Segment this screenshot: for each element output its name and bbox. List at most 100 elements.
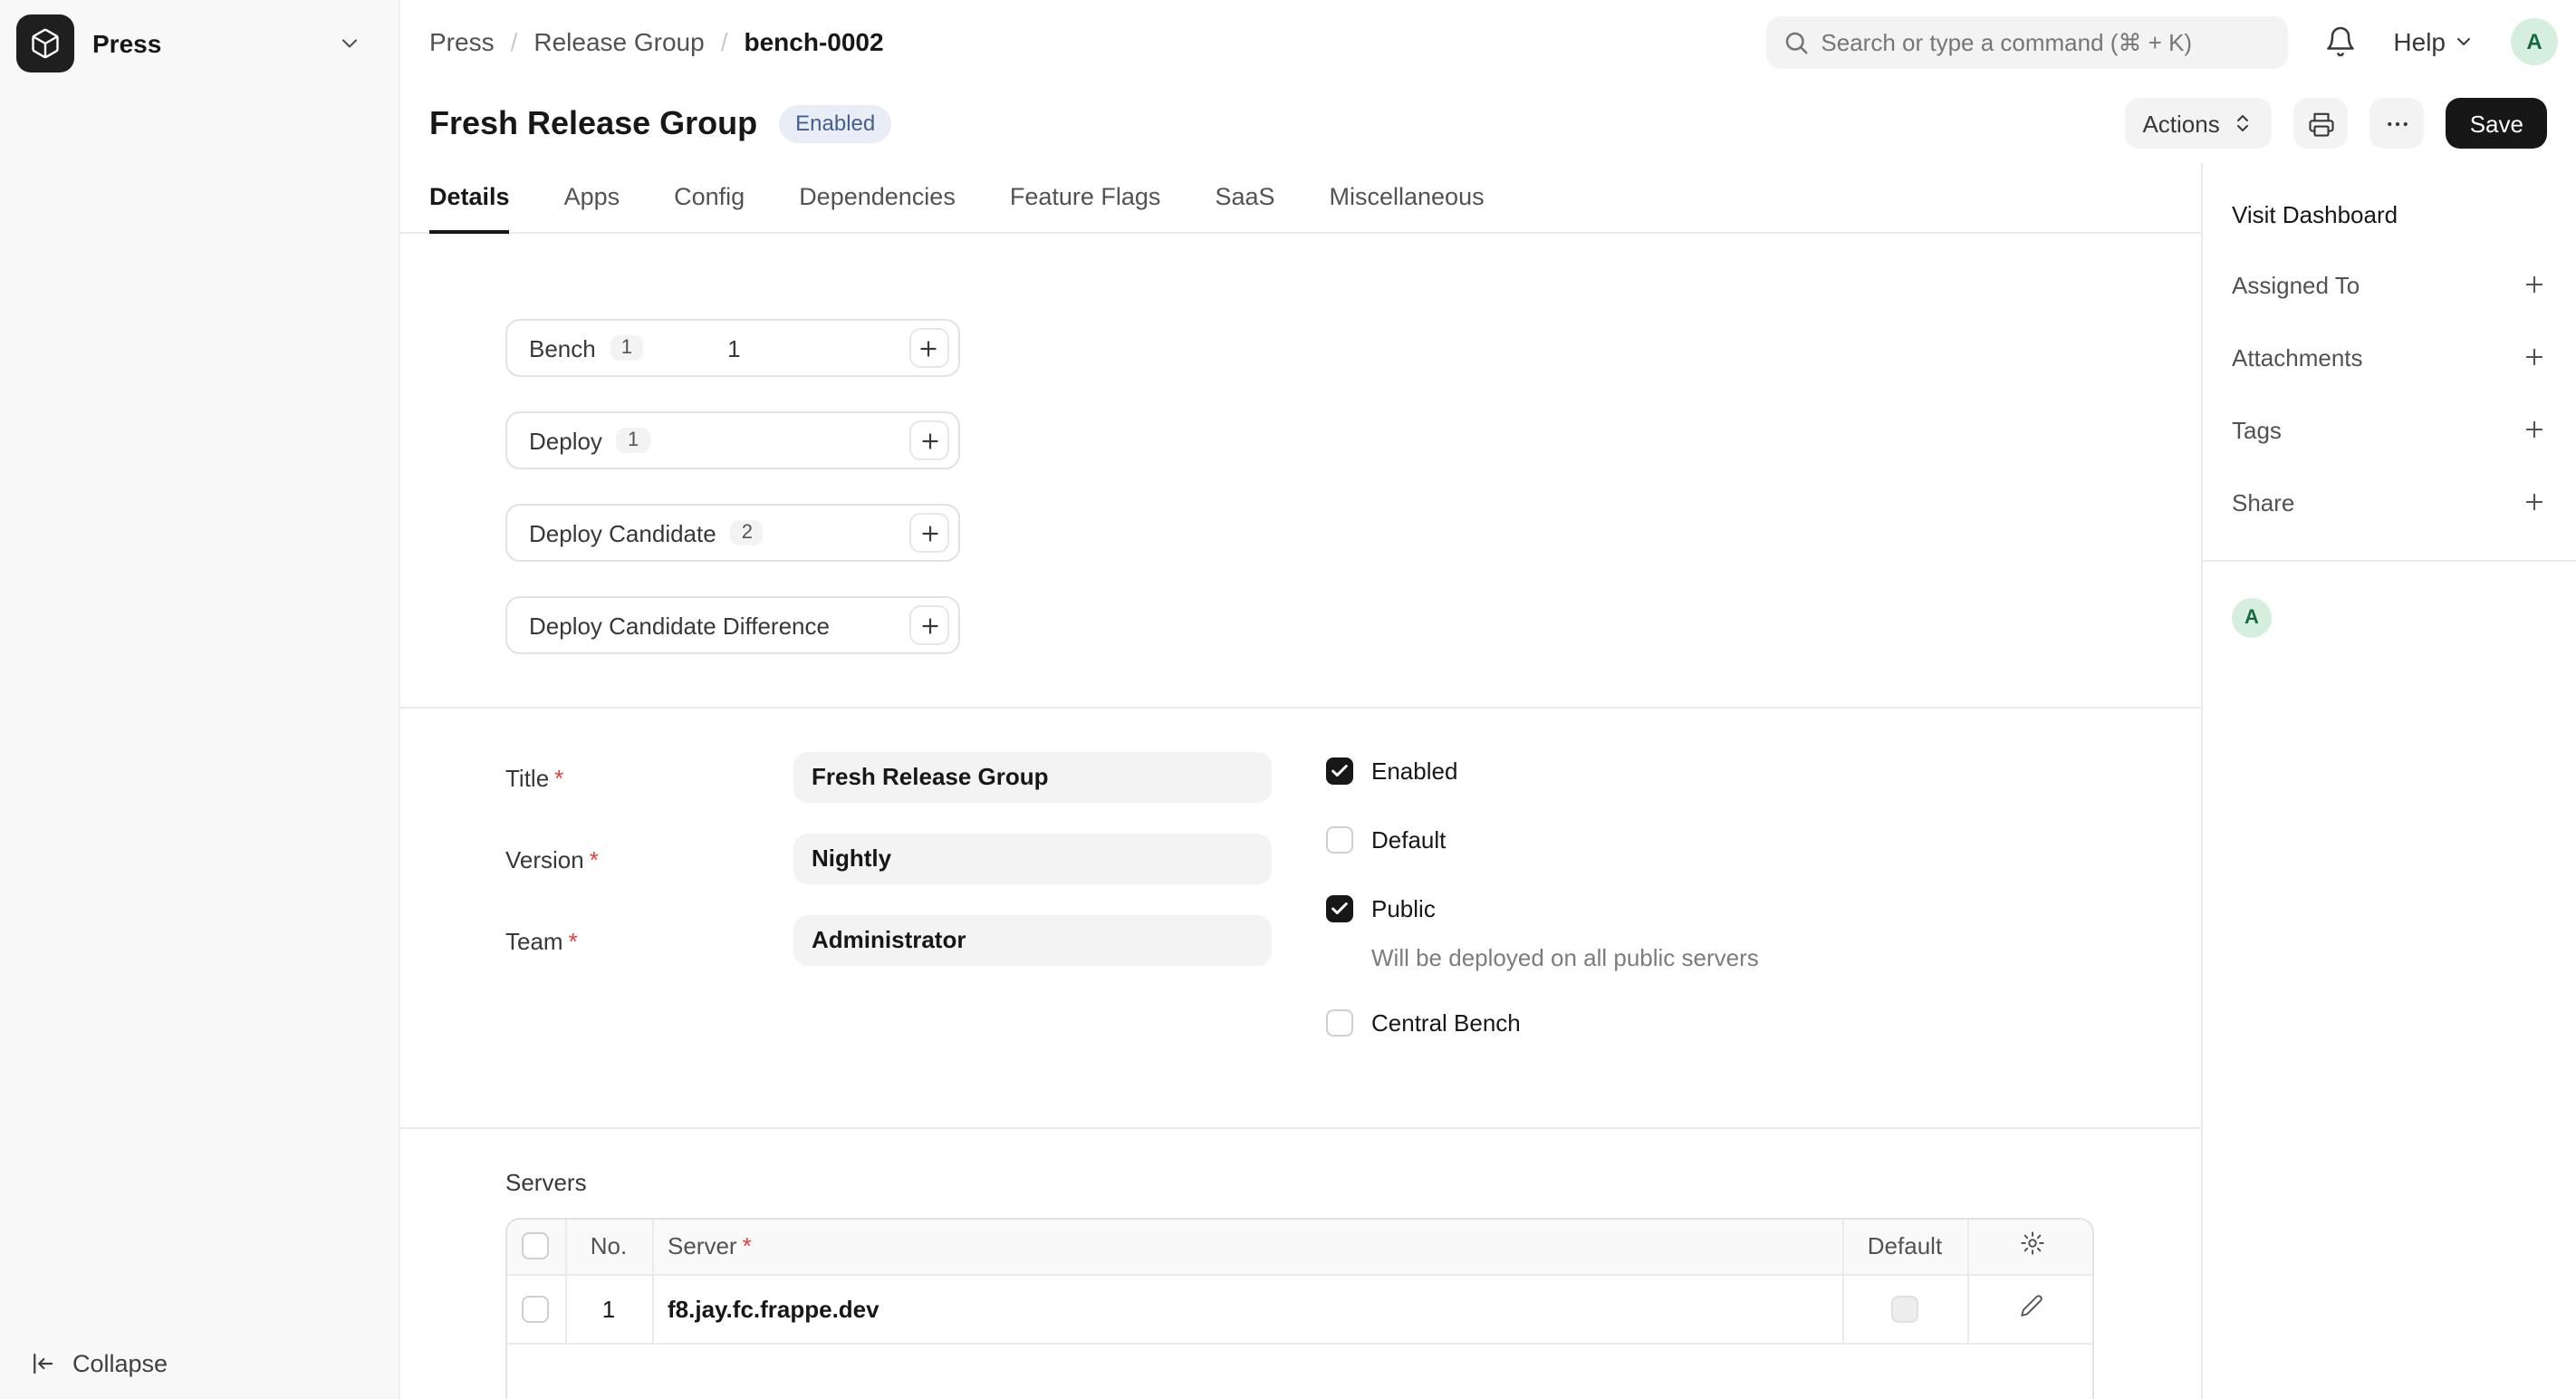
version-input[interactable]: Nightly (793, 834, 1272, 884)
version-label: Version* (505, 845, 793, 873)
app-logo-icon (16, 14, 74, 72)
required-marker: * (590, 845, 599, 873)
field-label-text: Team (505, 927, 563, 954)
connection-bench[interactable]: Bench 1 1 (505, 319, 960, 377)
tab-apps[interactable]: Apps (564, 163, 620, 234)
tab-dependencies[interactable]: Dependencies (799, 163, 956, 234)
add-deploy-button[interactable] (909, 420, 949, 460)
add-attachment-button[interactable] (2522, 344, 2547, 370)
help-menu[interactable]: Help (2393, 27, 2475, 56)
help-label: Help (2393, 27, 2446, 56)
add-bench-button[interactable] (909, 328, 949, 368)
check-icon (1330, 760, 1350, 780)
public-checkbox[interactable] (1326, 894, 1353, 921)
connection-count-badge: 1 (617, 428, 649, 453)
required-marker: * (554, 764, 563, 791)
content-area: Details Apps Config Dependencies Feature… (400, 163, 2201, 1399)
public-description: Will be deployed on all public servers (1371, 944, 1759, 971)
checkbox-row-default[interactable]: Default (1326, 825, 1759, 854)
connection-extra-count: 1 (727, 334, 740, 362)
print-button[interactable] (2294, 98, 2349, 149)
row-select-checkbox[interactable] (523, 1295, 550, 1322)
public-label: Public (1371, 894, 1436, 921)
enabled-checkbox[interactable] (1326, 757, 1353, 784)
table-settings-button[interactable] (2020, 1231, 2045, 1257)
add-deploy-candidate-difference-button[interactable] (909, 605, 949, 645)
breadcrumb-separator: / (721, 27, 728, 56)
viewer-avatar: A (2232, 598, 2272, 638)
workspace-switcher[interactable]: Press (0, 0, 399, 87)
add-assigned-to-button[interactable] (2522, 272, 2547, 297)
edit-row-button[interactable] (2021, 1294, 2044, 1317)
add-share-button[interactable] (2522, 489, 2547, 515)
row-default-checkbox[interactable] (1891, 1295, 1918, 1322)
actions-button[interactable]: Actions (2124, 98, 2272, 149)
panel-item-tags: Tags (2232, 393, 2547, 466)
tab-details[interactable]: Details (429, 163, 510, 234)
connection-label: Bench (529, 334, 596, 362)
field-row-title: Title* Fresh Release Group (505, 752, 1272, 803)
user-avatar[interactable]: A (2511, 18, 2558, 65)
tab-bar: Details Apps Config Dependencies Feature… (400, 163, 2201, 234)
right-panel-items: Assigned To Attachments Ta (2232, 248, 2547, 538)
servers-section-label: Servers (505, 1169, 2092, 1196)
connection-count-badge: 1 (610, 335, 643, 361)
connection-label: Deploy Candidate (529, 519, 716, 546)
chevron-down-icon (2453, 31, 2475, 53)
tab-feature-flags[interactable]: Feature Flags (1010, 163, 1161, 234)
breadcrumb-current[interactable]: bench-0002 (745, 27, 884, 56)
collapse-left-icon (29, 1350, 56, 1377)
team-label: Team* (505, 927, 793, 954)
central-bench-checkbox[interactable] (1326, 1008, 1353, 1036)
select-all-checkbox[interactable] (523, 1233, 550, 1260)
global-search (1766, 15, 2288, 68)
add-tag-button[interactable] (2522, 417, 2547, 442)
connection-label: Deploy (529, 427, 602, 454)
right-panel-top: Visit Dashboard Assigned To Attachments (2203, 163, 2576, 560)
tab-saas[interactable]: SaaS (1215, 163, 1274, 234)
connection-deploy[interactable]: Deploy 1 (505, 411, 960, 469)
checkbox-row-enabled[interactable]: Enabled (1326, 756, 1759, 785)
plus-icon (2522, 272, 2547, 297)
tab-config[interactable]: Config (674, 163, 745, 234)
panel-item-attachments: Attachments (2232, 321, 2547, 393)
visit-dashboard-link[interactable]: Visit Dashboard (2232, 201, 2398, 228)
breadcrumb-item-release-group[interactable]: Release Group (533, 27, 704, 56)
save-button[interactable]: Save (2446, 98, 2547, 149)
ellipsis-icon (2384, 110, 2411, 137)
app-window: Press Collapse Press / Release Group / b… (0, 0, 2576, 1399)
connection-deploy-candidate[interactable]: Deploy Candidate 2 (505, 504, 960, 562)
add-deploy-candidate-button[interactable] (909, 513, 949, 553)
sidebar: Press Collapse (0, 0, 400, 1399)
column-header-server: Server* (652, 1220, 1842, 1274)
breadcrumb-item-press[interactable]: Press (429, 27, 495, 56)
plus-icon (2522, 489, 2547, 515)
field-label-text: Title (505, 764, 549, 791)
notifications-bell-icon[interactable] (2324, 25, 2357, 58)
column-header-server-text: Server (668, 1233, 737, 1260)
checkbox-row-central-bench[interactable]: Central Bench (1326, 1008, 1759, 1037)
team-input[interactable]: Administrator (793, 915, 1272, 966)
connection-deploy-candidate-difference[interactable]: Deploy Candidate Difference (505, 596, 960, 654)
default-checkbox[interactable] (1326, 825, 1353, 853)
details-form-section: Title* Fresh Release Group Version* Nigh… (400, 707, 2201, 1127)
column-header-default: Default (1842, 1220, 1967, 1274)
checkbox-row-public[interactable]: Public (1326, 893, 1759, 922)
connection-label: Deploy Candidate Difference (529, 612, 830, 639)
field-row-version: Version* Nightly (505, 834, 1272, 884)
server-name-cell[interactable]: f8.jay.fc.frappe.dev (652, 1274, 1842, 1343)
search-input[interactable] (1766, 15, 2288, 68)
central-bench-label: Central Bench (1371, 1008, 1521, 1036)
topbar: Press / Release Group / bench-0002 Help (400, 0, 2576, 83)
sidebar-collapse-button[interactable]: Collapse (0, 1328, 399, 1399)
checkboxes-column: Enabled Default Public (1326, 752, 1759, 1076)
plus-icon (918, 336, 941, 360)
actions-label: Actions (2142, 110, 2219, 137)
tab-miscellaneous[interactable]: Miscellaneous (1330, 163, 1485, 234)
row-number-cell: 1 (565, 1274, 652, 1343)
printer-icon (2308, 110, 2335, 137)
breadcrumb: Press / Release Group / bench-0002 (429, 27, 884, 56)
more-options-button[interactable] (2370, 98, 2425, 149)
server-table-row: 1 f8.jay.fc.frappe.dev (507, 1274, 2094, 1343)
title-input[interactable]: Fresh Release Group (793, 752, 1272, 803)
